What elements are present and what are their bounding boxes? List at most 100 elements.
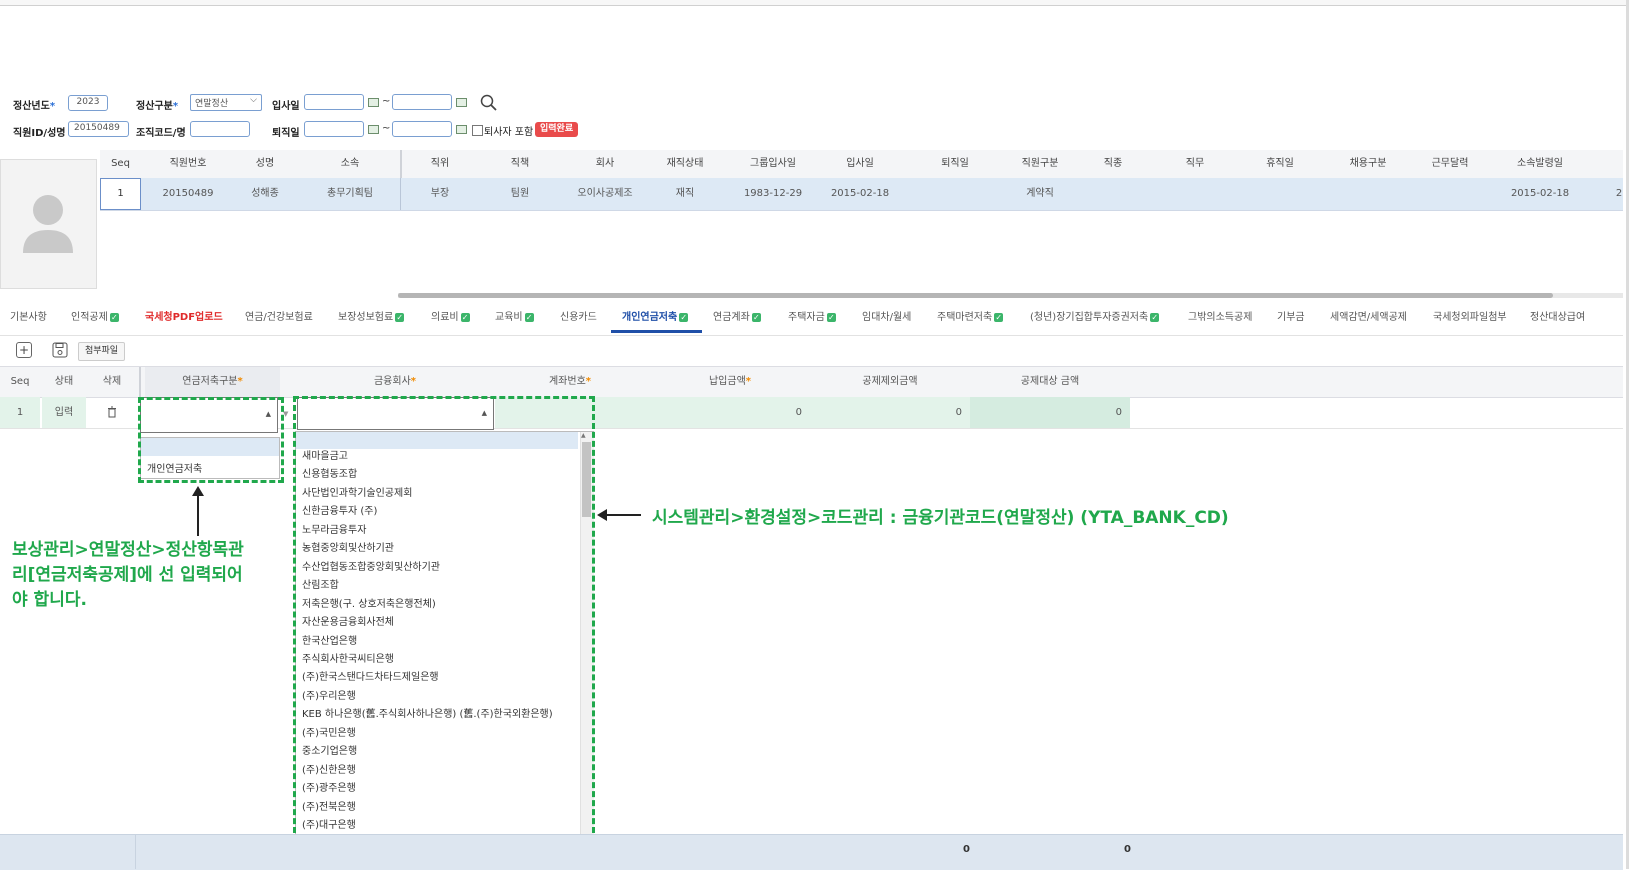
col-header-duty: 직책: [510, 158, 530, 169]
cell-seq[interactable]: 1: [100, 178, 141, 210]
include-retired-label: 퇴사자 포함: [484, 127, 534, 138]
leave-date-from-input[interactable]: [304, 121, 364, 137]
tab-other-income-deduction[interactable]: 그밖의소득공제: [1188, 305, 1252, 331]
cell-excluded[interactable]: 0: [810, 397, 970, 428]
annotation-line: 리[연금저축공제]에 선 입력되어: [12, 565, 243, 585]
col-header-bank: 금융회사*: [373, 376, 417, 387]
join-date-to-input[interactable]: [392, 94, 452, 110]
tab-donation[interactable]: 기부금: [1277, 305, 1305, 331]
cell-join: 2015-02-18: [830, 188, 890, 199]
chevron-down-icon: ⌵: [250, 95, 257, 105]
col-header-seq: Seq: [10, 376, 30, 387]
tab-insurance[interactable]: 보장성보험료 ✓: [338, 305, 405, 331]
horizontal-scrollbar-thumb[interactable]: [398, 293, 1553, 298]
cell-duty: 팀원: [510, 188, 530, 199]
annotation-line: 보상관리>연말정산>정산항목관: [12, 540, 244, 560]
check-icon: ✓: [826, 312, 836, 322]
check-icon: ✓: [109, 312, 119, 322]
tab-personal-deduction[interactable]: 인적공제 ✓: [71, 305, 119, 331]
cell-status: 입력: [42, 397, 86, 428]
range-separator: ~: [382, 123, 391, 134]
calendar-icon[interactable]: [368, 98, 379, 107]
col-header-assign-date: 소속발령일: [1517, 158, 1563, 169]
employee-grid-header: Seq 직원번호 성명 소속 직위 직책 회사 재직상태 그룹입사일 입사일 퇴…: [100, 150, 1623, 179]
employee-input[interactable]: 20150489: [68, 121, 129, 137]
arrow-left-icon: [597, 509, 641, 521]
save-icon[interactable]: [52, 342, 68, 358]
check-icon: ✓: [1150, 312, 1160, 322]
calendar-icon[interactable]: [368, 125, 379, 134]
cell-truncated: 2: [1615, 188, 1623, 199]
col-header-job: 직무: [1185, 158, 1205, 169]
year-input[interactable]: 2023: [68, 95, 108, 111]
tab-housing-savings[interactable]: 주택마련저축 ✓: [937, 305, 1004, 331]
check-icon: ✓: [751, 312, 761, 322]
delete-icon[interactable]: [90, 397, 134, 428]
check-icon: ✓: [994, 312, 1004, 322]
col-header-emp-no: 직원번호: [169, 158, 207, 169]
top-frame: [0, 0, 1629, 6]
tab-nts-pdf-upload[interactable]: 국세청PDF업로드: [145, 305, 223, 331]
col-header-job-type: 직종: [1103, 158, 1123, 169]
year-label: 정산년도*: [13, 101, 56, 112]
tab-external-file[interactable]: 국세청외파일첨부: [1433, 305, 1507, 331]
tab-personal-pension[interactable]: 개인연금저축 ✓: [622, 305, 689, 331]
tab-target-salary[interactable]: 정산대상급여: [1530, 305, 1585, 331]
settlement-type-select[interactable]: 연말정산 ⌵: [190, 94, 262, 111]
cell-status: 재직: [675, 188, 695, 199]
frozen-divider: [139, 367, 141, 397]
cell-amount[interactable]: 0: [655, 397, 810, 428]
col-header-name: 성명: [255, 158, 275, 169]
cell-target: 0: [970, 397, 1130, 428]
detail-grid-header: Seq 상태 삭제 연금저축구분* 금융회사* 계좌번호* 납입금액* 공제제외…: [0, 366, 1623, 398]
cell-position: 부장: [430, 188, 450, 199]
annotation-line: 야 합니다.: [12, 590, 87, 610]
search-icon[interactable]: [480, 94, 498, 112]
check-icon: ✓: [679, 312, 689, 322]
add-row-icon[interactable]: +: [16, 342, 32, 358]
col-header-delete: 삭제: [102, 376, 122, 387]
annotation-code-path: 시스템관리>환경설정>코드관리 : 금융기관코드(연말정산) (YTA_BANK…: [652, 508, 1229, 528]
tab-housing-fund[interactable]: 주택자금 ✓: [788, 305, 836, 331]
col-header-position: 직위: [430, 158, 450, 169]
tab-youth-investment[interactable]: (청년)장기집합투자증권저축 ✓: [1030, 305, 1160, 331]
annotation-box-bank: [293, 396, 595, 860]
cell-group-join: 1983-12-29: [743, 188, 803, 199]
col-header-group-join: 그룹입사일: [750, 158, 796, 169]
include-retired-checkbox[interactable]: [472, 125, 483, 136]
col-header-target: 공제대상 금액: [1020, 376, 1080, 387]
footer-divider: [135, 835, 136, 869]
tab-rent[interactable]: 임대차/월세: [862, 305, 911, 331]
tab-basic[interactable]: 기본사항: [10, 305, 47, 331]
range-separator: ~: [382, 96, 391, 107]
arrow-up-icon: [192, 486, 204, 536]
table-row[interactable]: 20150489 성해종 총무기획팀 부장 팀원 오이사공제조 재직 1983-…: [100, 178, 1623, 211]
employee-label: 직원ID/성명: [13, 128, 66, 139]
tab-tax-reduction[interactable]: 세액감면/세액공제: [1330, 305, 1407, 331]
cell-name: 성해종: [251, 188, 279, 199]
cell-company: 오이사공제조: [577, 188, 633, 199]
tab-credit-card[interactable]: 신용카드: [560, 305, 597, 331]
join-date-from-input[interactable]: [304, 94, 364, 110]
footer-sum-excluded: 0: [963, 844, 970, 855]
cell-assign-date: 2015-02-18: [1510, 188, 1570, 199]
org-code-input[interactable]: [190, 121, 250, 137]
check-icon: ✓: [524, 312, 534, 322]
annotation-box-pension-type: [138, 397, 284, 483]
tab-medical[interactable]: 의료비 ✓: [431, 305, 470, 331]
tab-pension-account[interactable]: 연금계좌 ✓: [713, 305, 761, 331]
calendar-icon[interactable]: [456, 125, 467, 134]
calendar-icon[interactable]: [456, 98, 467, 107]
attach-file-button[interactable]: 첨부파일: [78, 342, 125, 361]
col-header-excluded: 공제제외금액: [862, 376, 918, 387]
tab-pension-health[interactable]: 연금/건강보험료: [245, 305, 313, 331]
annotation-menu-path: 보상관리>연말정산>정산항목관 리[연금저축공제]에 선 입력되어 야 합니다.: [12, 538, 244, 613]
cell-dept: 총무기획팀: [327, 188, 373, 199]
check-icon: ✓: [395, 312, 405, 322]
leave-date-label: 퇴직일: [272, 128, 300, 139]
col-header-join: 입사일: [846, 158, 874, 169]
leave-date-to-input[interactable]: [392, 121, 452, 137]
col-header-dept: 소속: [340, 158, 360, 169]
tab-education[interactable]: 교육비 ✓: [495, 305, 534, 331]
employee-photo: [0, 159, 97, 289]
